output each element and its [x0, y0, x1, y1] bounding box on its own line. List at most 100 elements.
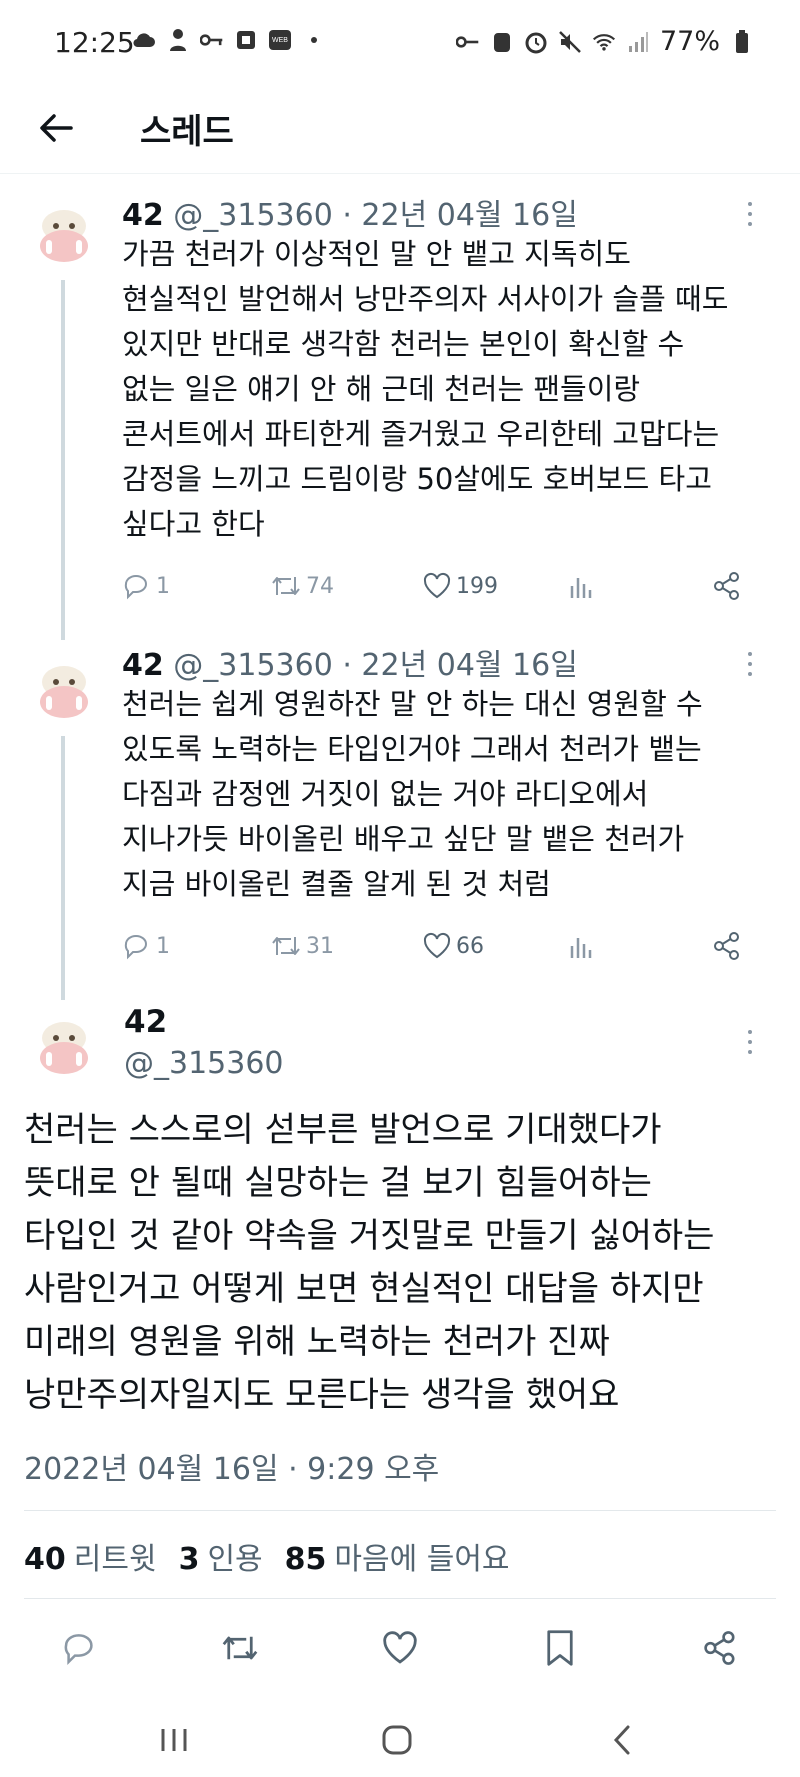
system-nav-bar	[0, 1700, 800, 1777]
reply-count: 1	[156, 573, 170, 599]
system-icons: 77%	[455, 26, 754, 57]
quote-stat-number: 3	[178, 1542, 200, 1577]
main-tweet-actions	[0, 1620, 800, 1676]
battery-icon	[730, 29, 754, 54]
thread-tweet[interactable]: 42 @_315360 · 22년 04월 16일 천러는 쉽게 영원하잔 말 …	[0, 640, 800, 1000]
more-options-button[interactable]	[740, 196, 760, 232]
quote-stat[interactable]: 3 인용	[179, 1534, 263, 1578]
author-meta: @_315360 · 22년 04월 16일	[173, 648, 578, 683]
more-options-button[interactable]	[740, 1024, 760, 1060]
like-button[interactable]: 66	[422, 932, 484, 960]
like-button[interactable]	[380, 1628, 420, 1668]
share-button[interactable]	[712, 931, 742, 961]
bar-chart-icon	[570, 578, 592, 598]
home-icon	[382, 1725, 412, 1755]
like-stat[interactable]: 85 마음에 들어요	[285, 1534, 510, 1578]
reply-count: 1	[156, 933, 170, 959]
webtoon-icon: WEB	[268, 28, 292, 52]
main-tweet-timestamp: 2022년 04월 16일 · 9:29 오후	[24, 1452, 440, 1487]
alarm-clock-icon	[524, 30, 548, 54]
retweet-stat-number: 40	[24, 1542, 66, 1577]
tweet-stats: 40 리트윗 3 인용 85 마음에 들어요	[24, 1534, 510, 1578]
share-icon	[714, 932, 739, 960]
bookmark-button[interactable]	[540, 1628, 580, 1668]
reply-button[interactable]	[60, 1628, 100, 1668]
wifi-icon	[592, 30, 616, 54]
like-stat-number: 85	[284, 1542, 327, 1577]
bar-chart-icon	[570, 938, 592, 958]
like-count: 66	[456, 933, 484, 959]
reply-button[interactable]: 1	[122, 572, 170, 600]
main-author-handle[interactable]: @_315360	[124, 1046, 284, 1081]
battery-percent: 77%	[659, 26, 720, 57]
key-icon	[200, 28, 224, 52]
retweet-icon	[222, 1636, 258, 1660]
home-button[interactable]	[377, 1720, 417, 1760]
divider	[24, 1510, 776, 1511]
dot-icon	[302, 28, 326, 52]
avatar[interactable]	[28, 200, 100, 272]
author-name[interactable]: 42	[122, 198, 164, 233]
square-icon	[234, 28, 258, 52]
share-icon	[704, 1631, 735, 1665]
retweet-count: 31	[306, 933, 334, 959]
thread-line	[61, 736, 65, 1000]
svg-text:WEB: WEB	[272, 37, 288, 44]
share-button[interactable]	[700, 1628, 740, 1668]
heart-icon	[383, 1631, 417, 1664]
more-options-button[interactable]	[740, 646, 760, 682]
retweet-stat-label: 리트윗	[73, 1542, 157, 1577]
author-meta: @_315360 · 22년 04월 16일	[173, 198, 578, 233]
views-button[interactable]	[568, 572, 596, 600]
reply-icon	[64, 1634, 93, 1665]
reply-icon	[124, 575, 147, 600]
thread-tweet[interactable]: 42 @_315360 · 22년 04월 16일 가끔 천러가 이상적인 말 …	[0, 190, 800, 640]
divider	[24, 1598, 776, 1599]
main-tweet-text: 천러는 스스로의 섣부른 발언으로 기대했다가 뜻대로 안 될때 실망하는 걸 …	[24, 1110, 715, 1415]
back-button[interactable]	[34, 106, 78, 150]
cloud-icon	[132, 28, 156, 52]
chevron-left-icon	[613, 1725, 630, 1755]
share-icon	[714, 572, 739, 600]
system-back-button[interactable]	[602, 1720, 642, 1760]
retweet-button[interactable]	[220, 1628, 260, 1668]
quote-stat-label: 인용	[207, 1542, 263, 1577]
views-button[interactable]	[568, 932, 596, 960]
app-header: 스레드	[0, 88, 800, 174]
status-time: 12:25	[54, 26, 135, 59]
retweet-count: 74	[306, 573, 334, 599]
retweet-button[interactable]: 31	[270, 933, 334, 959]
like-count: 199	[456, 573, 498, 599]
page-title: 스레드	[140, 112, 234, 152]
tweet-actions: 1 31 66	[122, 928, 762, 964]
retweet-icon	[272, 577, 300, 595]
like-stat-label: 마음에 들어요	[334, 1542, 510, 1577]
status-bar: 12:25 WEB 77%	[0, 0, 800, 88]
avatar[interactable]	[28, 1012, 100, 1084]
bookmark-icon	[547, 1630, 573, 1666]
reply-button[interactable]: 1	[122, 932, 170, 960]
retweet-icon	[272, 937, 300, 955]
recent-apps-button[interactable]	[154, 1720, 194, 1760]
author-name[interactable]: 42	[122, 648, 164, 683]
tweet-header: 42 @_315360 · 22년 04월 16일	[122, 190, 578, 234]
person-icon	[166, 28, 190, 52]
heart-icon	[423, 932, 451, 959]
thread-line	[61, 280, 65, 640]
like-button[interactable]: 199	[422, 572, 498, 600]
recent-apps-icon	[161, 1729, 187, 1751]
arrow-left-icon	[40, 114, 73, 142]
reply-icon	[124, 935, 147, 960]
retweet-button[interactable]: 74	[270, 573, 334, 599]
heart-icon	[423, 572, 451, 599]
retweet-stat[interactable]: 40 리트윗	[24, 1534, 157, 1578]
notification-icons: WEB	[132, 28, 326, 52]
tweet-text: 천러는 쉽게 영원하잔 말 안 하는 대신 영원할 수 있도록 노력하는 타입인…	[122, 687, 703, 901]
tweet-text: 가끔 천러가 이상적인 말 안 뱉고 지독히도 현실적인 발언해서 낭만주의자 …	[122, 237, 729, 541]
main-author-name[interactable]: 42	[124, 1004, 167, 1040]
mute-icon	[558, 30, 582, 54]
tweet-actions: 1 74 199	[122, 568, 762, 604]
avatar[interactable]	[28, 656, 100, 728]
alarm-icon	[490, 30, 514, 54]
share-button[interactable]	[712, 571, 742, 601]
